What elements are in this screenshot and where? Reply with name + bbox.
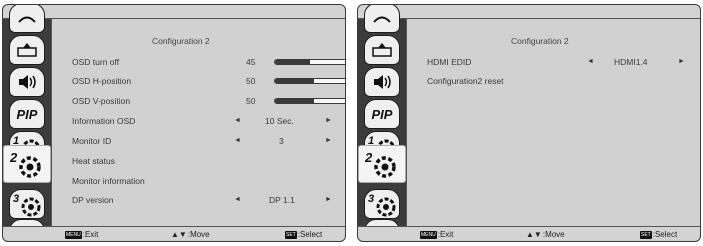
left-arrow-icon[interactable]: ◄	[234, 117, 241, 124]
configuration2-number: 2	[365, 150, 373, 165]
osd-footer: MENU :Exit ▲▼ :Move SET :Select	[358, 226, 700, 241]
left-arrow-icon[interactable]: ◄	[234, 137, 241, 144]
pip-icon[interactable]: PIP	[9, 99, 45, 129]
advanced-option-icon[interactable]: 3	[9, 189, 45, 219]
monitor-id-row[interactable]: Monitor ID ◄ 3 ►	[72, 136, 332, 148]
select-label: :Select	[652, 230, 678, 239]
up-down-arrows-icon: ▲▼	[526, 230, 542, 239]
row-label: HDMI EDID	[427, 57, 472, 67]
up-down-arrows-icon: ▲▼	[171, 230, 187, 239]
osd-v-position-slider[interactable]	[274, 98, 345, 104]
row-value: 50	[246, 76, 256, 86]
row-label: Monitor ID	[72, 136, 112, 146]
audio-icon[interactable]	[364, 67, 400, 97]
right-arrow-icon[interactable]: ►	[678, 58, 685, 65]
right-arrow-icon[interactable]: ►	[325, 196, 332, 203]
osd-sidebar: PIP 1 2 3	[358, 5, 406, 241]
row-value: 50	[246, 96, 256, 106]
configuration2-icon[interactable]: 2	[3, 145, 51, 183]
pip-label: PIP	[16, 106, 38, 122]
screen-icon[interactable]	[364, 35, 400, 65]
set-key-icon: SET	[640, 230, 652, 239]
heat-status-row[interactable]: Heat status	[72, 156, 331, 168]
screen-icon[interactable]	[9, 35, 45, 65]
row-label: Monitor information	[72, 176, 145, 186]
select-hint: SET :Select	[640, 230, 677, 239]
osd-menu-configuration2-page2: PIP 1 2 3 Configuration 2 HDMI EDID ◄ HD…	[357, 4, 701, 242]
pip-icon[interactable]: PIP	[364, 99, 400, 129]
picture-icon[interactable]	[364, 5, 400, 33]
osd-sidebar: PIP 1 2 3	[3, 5, 51, 241]
select-hint: SET :Select	[285, 230, 322, 239]
osd-content: Configuration 2 HDMI EDID ◄ HDMI1.4 ► Co…	[406, 19, 700, 226]
select-label: :Select	[297, 230, 323, 239]
osd-turn-off-row[interactable]: OSD turn off 45	[72, 57, 345, 69]
information-osd-row[interactable]: Information OSD ◄ 10 Sec. ►	[72, 116, 332, 128]
row-value: HDMI1.4	[614, 57, 648, 67]
pip-label: PIP	[371, 106, 393, 122]
menu-key-icon: MENU	[65, 230, 82, 239]
row-value: 3	[279, 136, 284, 146]
osd-turn-off-slider[interactable]	[274, 59, 345, 65]
right-arrow-icon[interactable]: ►	[325, 137, 332, 144]
osd-v-position-row[interactable]: OSD V-position 50	[72, 96, 345, 108]
configuration2-number: 2	[10, 150, 18, 165]
osd-menu-configuration2-page1: PIP 1 2 3 Configuration 2 OSD turn off 4…	[2, 4, 346, 242]
exit-hint: MENU :Exit	[65, 230, 98, 239]
menu-key-icon: MENU	[420, 230, 437, 239]
row-label: DP version	[72, 195, 114, 205]
configuration2-reset-row[interactable]: Configuration2 reset	[427, 76, 686, 88]
row-label: Information OSD	[72, 116, 136, 126]
advanced-option-number: 3	[368, 193, 375, 205]
page-title: Configuration 2	[152, 36, 210, 46]
osd-h-position-slider[interactable]	[274, 78, 345, 84]
audio-icon[interactable]	[9, 67, 45, 97]
picture-icon[interactable]	[9, 5, 45, 33]
osd-top-bar	[3, 5, 345, 19]
advanced-option-number: 3	[13, 193, 20, 205]
left-arrow-icon[interactable]: ◄	[587, 58, 594, 65]
osd-top-bar	[358, 5, 700, 19]
row-label: OSD V-position	[72, 96, 131, 106]
set-key-icon: SET	[285, 230, 297, 239]
exit-hint: MENU :Exit	[420, 230, 453, 239]
hdmi-edid-row[interactable]: HDMI EDID ◄ HDMI1.4 ►	[427, 57, 686, 69]
row-label: Configuration2 reset	[427, 76, 504, 86]
move-label: :Move	[187, 230, 210, 239]
osd-h-position-row[interactable]: OSD H-position 50	[72, 76, 345, 88]
row-value: 10 Sec.	[265, 116, 294, 126]
dp-version-row[interactable]: DP version ◄ DP 1.1 ►	[72, 195, 332, 207]
advanced-option-icon[interactable]: 3	[364, 189, 400, 219]
exit-label: :Exit	[437, 230, 454, 239]
row-label: Heat status	[72, 156, 115, 166]
osd-footer: MENU :Exit ▲▼ :Move SET :Select	[3, 226, 345, 241]
right-arrow-icon[interactable]: ►	[325, 117, 332, 124]
row-value: 45	[246, 57, 256, 67]
monitor-information-row[interactable]: Monitor information	[72, 176, 331, 188]
row-label: OSD turn off	[72, 57, 120, 67]
move-label: :Move	[542, 230, 565, 239]
configuration2-icon[interactable]: 2	[358, 145, 406, 183]
move-hint: ▲▼ :Move	[171, 230, 210, 239]
left-arrow-icon[interactable]: ◄	[234, 196, 241, 203]
row-value: DP 1.1	[269, 195, 295, 205]
osd-content: Configuration 2 OSD turn off 45 OSD H-po…	[51, 19, 345, 226]
page-title: Configuration 2	[511, 36, 569, 46]
move-hint: ▲▼ :Move	[526, 230, 565, 239]
exit-label: :Exit	[82, 230, 99, 239]
row-label: OSD H-position	[72, 76, 132, 86]
